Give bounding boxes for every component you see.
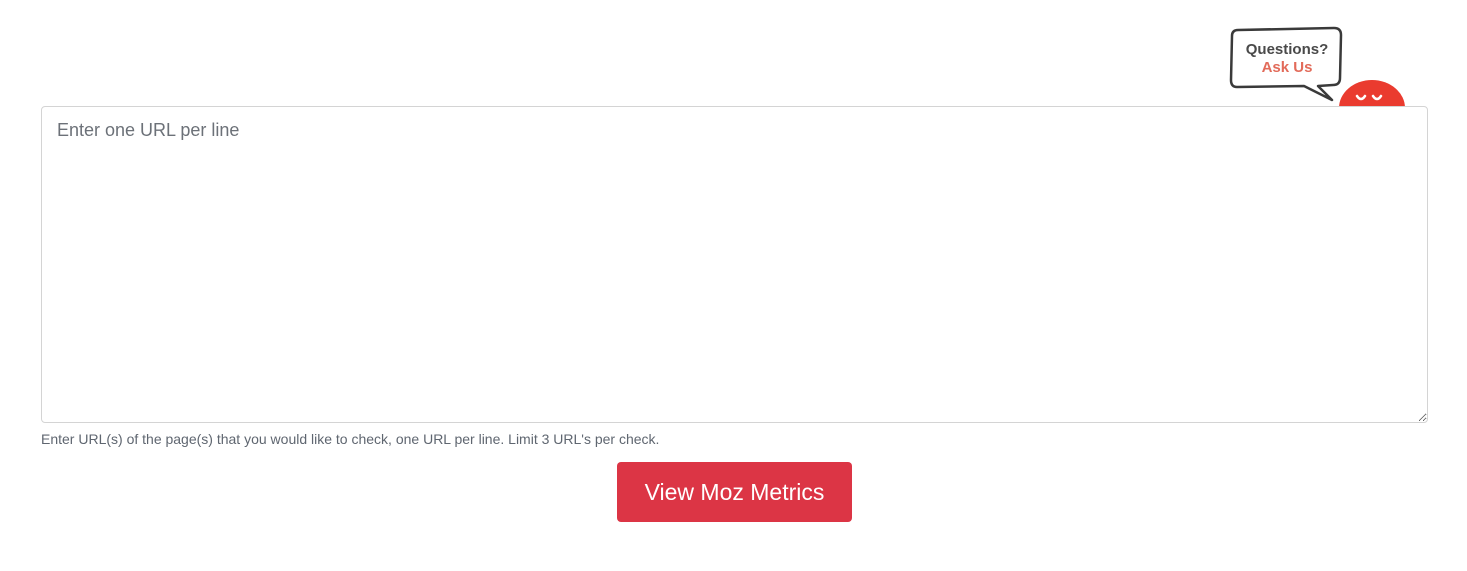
page: Questions? Ask Us Enter URL(s) of the pa… (0, 0, 1467, 571)
view-moz-metrics-button[interactable]: View Moz Metrics (617, 462, 852, 522)
ask-widget-title: Questions? (1245, 41, 1329, 58)
url-help-text: Enter URL(s) of the page(s) that you wou… (41, 431, 660, 447)
url-input[interactable] (41, 106, 1428, 423)
ask-us-widget[interactable]: Questions? Ask Us (1228, 26, 1408, 116)
ask-widget-subtitle: Ask Us (1261, 59, 1313, 76)
